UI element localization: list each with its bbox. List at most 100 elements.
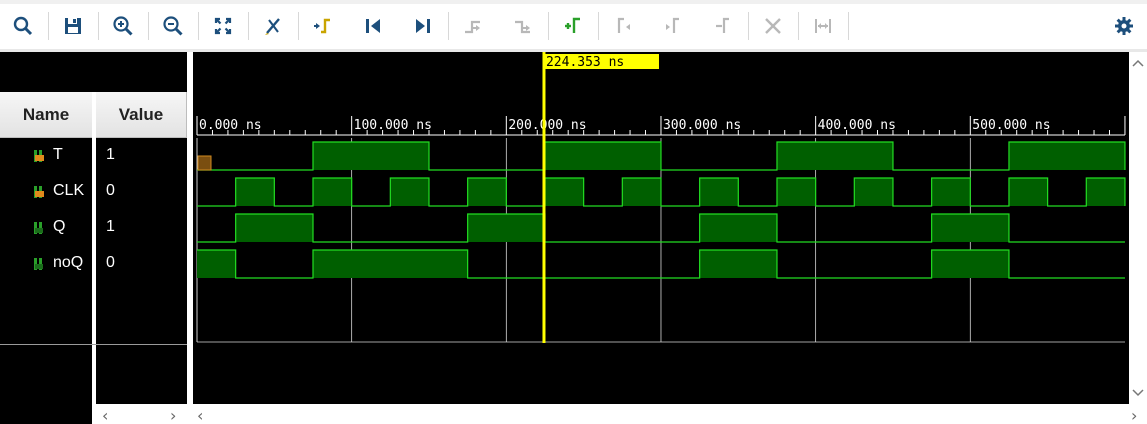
wave-high-segment <box>776 142 893 170</box>
wave-high-segment <box>312 250 468 278</box>
wave-high-segment <box>699 250 777 278</box>
value-column-header[interactable]: Value <box>96 92 187 138</box>
waveform-viewer: Name Value T 1 CLK 0 Q 1 noQ 0 ‹ › 0.000… <box>0 0 1147 424</box>
go-to-cursor-button[interactable] <box>258 11 288 41</box>
swap-down-icon <box>515 20 530 34</box>
wave-high-segment <box>699 214 777 242</box>
previous-marker-icon <box>617 17 630 33</box>
go-to-end-button[interactable] <box>408 11 438 41</box>
snap-to-transition-icon <box>815 19 831 33</box>
previous-edge-icon <box>314 18 330 34</box>
wave-high-segment <box>622 178 661 206</box>
zoom-fit-button[interactable] <box>208 11 238 41</box>
zoom-in-icon <box>113 16 133 36</box>
ruler-tick-label: 400.000 ns <box>818 118 896 133</box>
ruler-tick-label: 0.000 ns <box>199 118 262 133</box>
list-end-divider <box>0 344 187 345</box>
settings-button[interactable] <box>1109 11 1139 41</box>
signal-row-t[interactable]: T 1 <box>0 138 187 174</box>
zoom-fit-icon <box>214 17 232 35</box>
wave-high-segment <box>931 250 1009 278</box>
swap-down-button[interactable] <box>508 11 538 41</box>
name-column-header[interactable]: Name <box>0 92 93 138</box>
wave-high-segment <box>312 178 352 206</box>
go-to-start-icon <box>366 19 380 33</box>
scroll-right-icon[interactable]: › <box>170 406 176 424</box>
signal-name: Q <box>53 218 66 235</box>
scroll-left-icon[interactable]: ‹ <box>197 406 203 424</box>
waveform-vertical-scrollbar[interactable] <box>1129 52 1147 404</box>
wave-high-segment <box>390 178 429 206</box>
go-to-end-icon <box>416 19 430 33</box>
add-marker-icon <box>565 17 580 33</box>
signal-row-q[interactable]: Q 1 <box>0 210 187 246</box>
wave-high-segment <box>467 214 545 242</box>
gear-icon <box>1115 17 1133 35</box>
scroll-down-icon <box>1132 389 1144 397</box>
wave-high-segment <box>854 178 893 206</box>
ruler-tick-label: 200.000 ns <box>508 118 586 133</box>
wave-high-segment <box>1008 142 1125 170</box>
scroll-up-icon <box>1132 59 1144 67</box>
swap-up-button[interactable] <box>458 11 488 41</box>
signal-value: 0 <box>106 182 115 199</box>
marker-edge-button[interactable] <box>708 11 738 41</box>
previous-marker-button[interactable] <box>608 11 638 41</box>
signal-row-clk[interactable]: CLK 0 <box>0 174 187 210</box>
go-to-start-button[interactable] <box>358 11 388 41</box>
ruler-tick-label: 300.000 ns <box>663 118 741 133</box>
signal-name: T <box>53 146 63 163</box>
bus-icon-orange <box>34 150 44 162</box>
waveform-svg: 0.000 ns 100.000 ns 200.000 ns 300.000 ns 40… <box>196 52 1126 343</box>
delete-markers-icon <box>765 18 781 34</box>
bus-icon-green <box>34 222 43 234</box>
value-horizontal-scrollbar[interactable]: ‹ › <box>92 404 187 424</box>
wave-high-segment <box>467 178 507 206</box>
snap-to-transition-button[interactable] <box>808 11 838 41</box>
wave-high-segment <box>235 178 275 206</box>
signal-row-noq[interactable]: noQ 0 <box>0 246 187 282</box>
bus-icon-orange <box>34 186 44 198</box>
wave-high-segment <box>699 178 739 206</box>
save-icon <box>65 18 81 34</box>
wave-high-segment <box>1008 178 1048 206</box>
search-icon <box>13 16 33 36</box>
next-marker-icon <box>666 17 679 33</box>
ruler-tick-label: 500.000 ns <box>972 118 1050 133</box>
delete-markers-button[interactable] <box>758 11 788 41</box>
wave-high-segment <box>1086 178 1125 206</box>
signal-list-panel: Name Value T 1 CLK 0 Q 1 noQ 0 ‹ › <box>0 52 187 424</box>
signal-name: noQ <box>53 254 84 271</box>
waveform-horizontal-scrollbar[interactable]: ‹ › <box>193 404 1147 424</box>
toolbar <box>0 0 1147 52</box>
wave-high-segment <box>544 178 584 206</box>
scroll-right-icon[interactable]: › <box>1131 406 1137 424</box>
wave-high-segment <box>312 142 429 170</box>
search-button[interactable] <box>8 11 38 41</box>
wave-high-segment <box>235 214 313 242</box>
start-marker <box>197 155 212 171</box>
previous-edge-button[interactable] <box>308 11 338 41</box>
waveform-canvas[interactable]: 0.000 ns 100.000 ns 200.000 ns 300.000 ns 40… <box>193 52 1129 404</box>
save-button[interactable] <box>58 11 88 41</box>
signal-value: 1 <box>106 146 115 163</box>
cursor-time-label: 224.353 ns <box>546 55 624 70</box>
signal-value: 1 <box>106 218 115 235</box>
wave-high-segment <box>931 214 1009 242</box>
wave-high-segment <box>544 142 661 170</box>
add-marker-button[interactable] <box>558 11 588 41</box>
zoom-out-icon <box>163 16 183 36</box>
vertical-scroll-arrows <box>1132 59 1144 397</box>
ruler-tick-label: 100.000 ns <box>354 118 432 133</box>
zoom-in-button[interactable] <box>108 11 138 41</box>
marker-edge-icon <box>716 17 729 33</box>
scroll-left-icon[interactable]: ‹ <box>102 406 108 424</box>
wave-high-segment <box>197 250 236 278</box>
swap-up-icon <box>465 20 480 34</box>
bus-icon-green <box>34 258 43 270</box>
next-marker-button[interactable] <box>658 11 688 41</box>
wave-high-segment <box>776 178 816 206</box>
zoom-out-button[interactable] <box>158 11 188 41</box>
signal-value: 0 <box>106 254 115 271</box>
go-to-cursor-icon <box>265 18 280 35</box>
